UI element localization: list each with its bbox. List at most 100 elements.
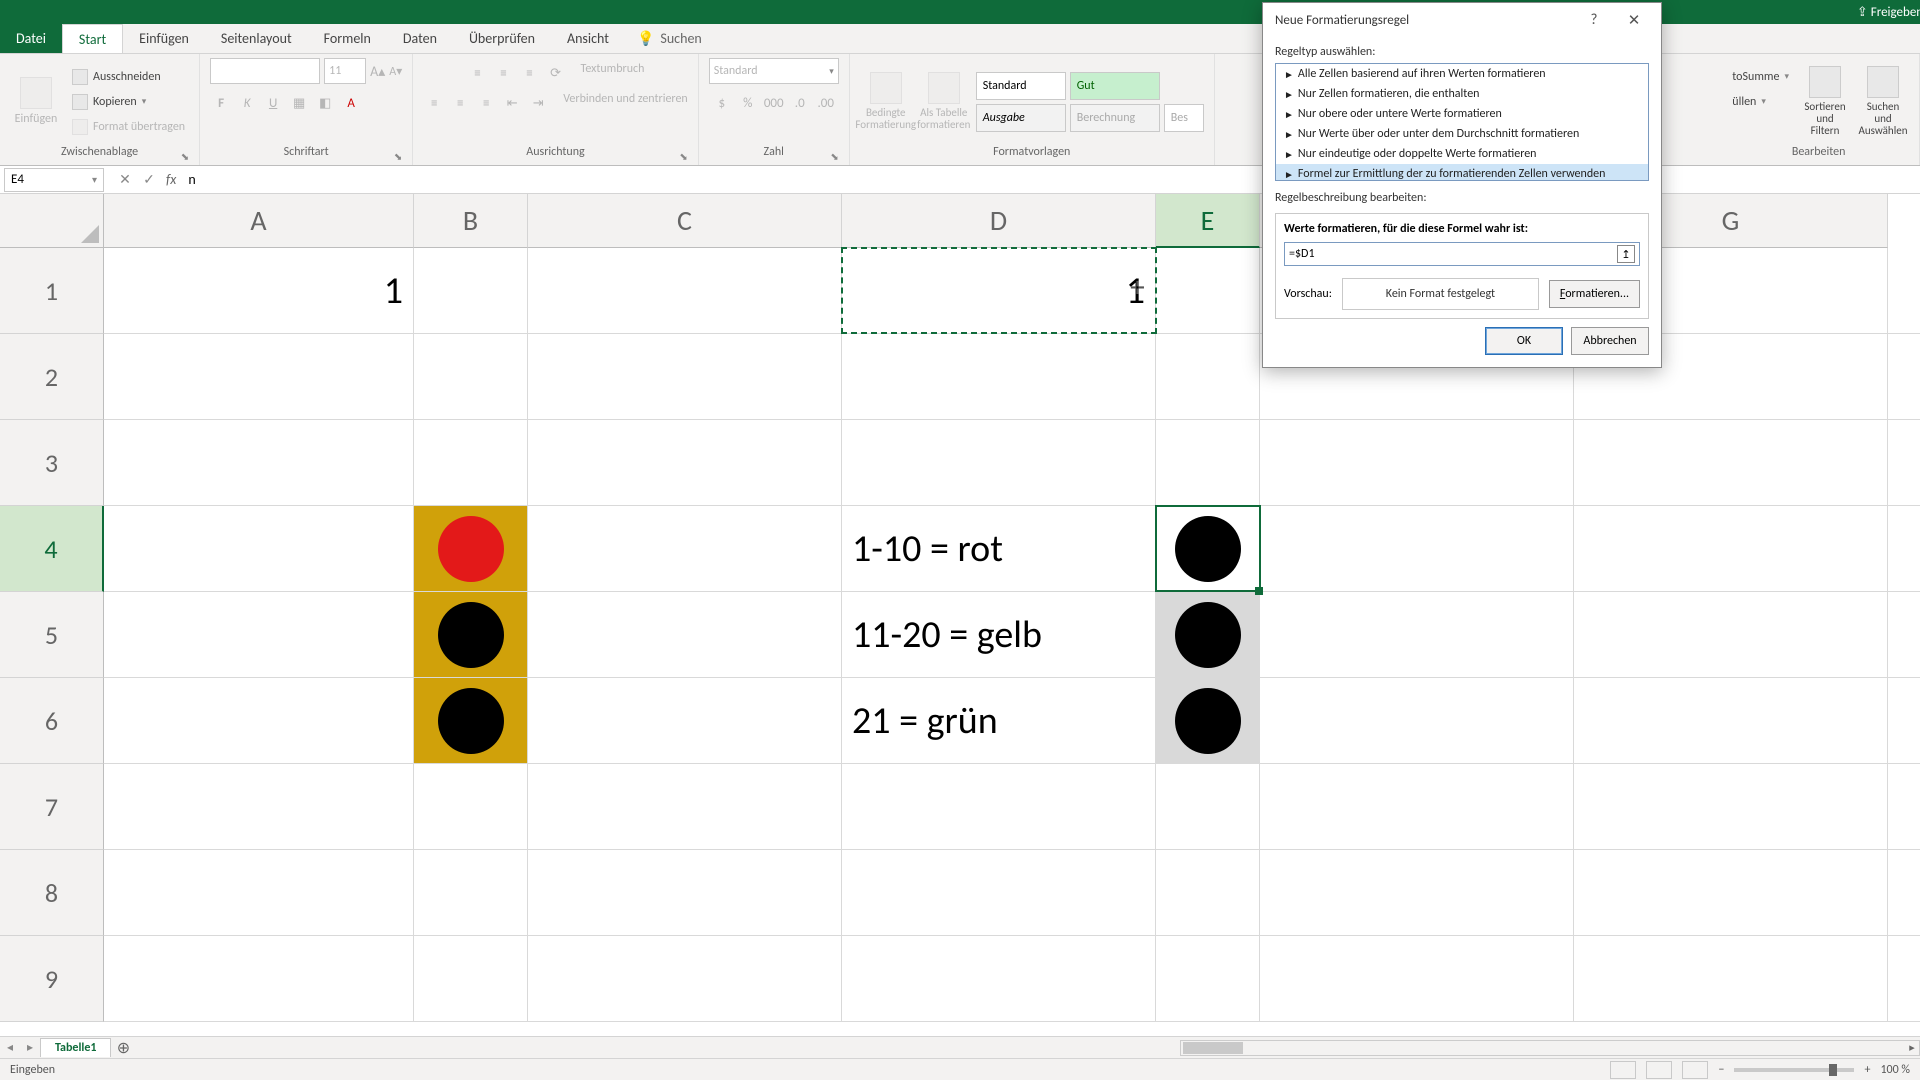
cell-D4[interactable]: 1-10 = rot	[842, 506, 1156, 591]
find-select-button[interactable]: Suchen und Auswählen	[1857, 63, 1909, 141]
clipboard-launcher-icon[interactable]: ⬊	[181, 150, 189, 163]
row-header-3[interactable]: 3	[0, 420, 104, 506]
tab-layout[interactable]: Seitenlayout	[205, 24, 308, 53]
font-size-combo[interactable]: 11	[324, 58, 366, 84]
cell-F7[interactable]	[1260, 764, 1574, 849]
orientation-button[interactable]: ⟳	[545, 62, 567, 84]
cell-F9[interactable]	[1260, 936, 1574, 1021]
row-header-6[interactable]: 6	[0, 678, 104, 764]
conditional-formatting-button[interactable]: Bedingte Formatierung	[860, 63, 912, 141]
font-name-combo[interactable]	[210, 58, 320, 84]
view-page-layout-button[interactable]	[1646, 1061, 1672, 1079]
align-left-button[interactable]: ≡	[423, 92, 445, 114]
rule-type-item[interactable]: ►Nur Zellen formatieren, die enthalten	[1276, 84, 1648, 104]
cell-C4[interactable]	[528, 506, 842, 591]
column-header-A[interactable]: A	[104, 194, 414, 248]
paste-button[interactable]: Einfügen	[10, 63, 62, 141]
cell-B7[interactable]	[414, 764, 528, 849]
thousands-button[interactable]: 000	[763, 92, 785, 114]
row-header-1[interactable]: 1	[0, 248, 104, 334]
cell-C1[interactable]	[528, 248, 842, 333]
inc-decimal-button[interactable]: .0	[789, 92, 811, 114]
align-right-button[interactable]: ≡	[475, 92, 497, 114]
fill-handle[interactable]	[1255, 587, 1263, 595]
cell-G6[interactable]	[1574, 678, 1888, 763]
cut-button[interactable]: Ausschneiden	[68, 66, 189, 88]
sort-filter-button[interactable]: Sortieren und Filtern	[1799, 63, 1851, 141]
zoom-slider[interactable]	[1734, 1068, 1854, 1072]
copy-button[interactable]: Kopieren ▾	[68, 91, 189, 113]
cell-C6[interactable]	[528, 678, 842, 763]
cell-D2[interactable]	[842, 334, 1156, 419]
cell-D8[interactable]	[842, 850, 1156, 935]
row-header-2[interactable]: 2	[0, 334, 104, 420]
rule-type-item[interactable]: ►Nur eindeutige oder doppelte Werte form…	[1276, 144, 1648, 164]
cell-D3[interactable]	[842, 420, 1156, 505]
indent-dec-button[interactable]: ⇤	[501, 92, 523, 114]
rule-formula-input[interactable]	[1289, 247, 1617, 261]
rule-type-item[interactable]: ►Nur Werte über oder unter dem Durchschn…	[1276, 124, 1648, 144]
cell-D1[interactable]: 1✛	[842, 248, 1156, 333]
cell-E2[interactable]	[1156, 334, 1260, 419]
cell-F4[interactable]	[1260, 506, 1574, 591]
tab-data[interactable]: Daten	[387, 24, 453, 53]
row-header-7[interactable]: 7	[0, 764, 104, 850]
cell-E7[interactable]	[1156, 764, 1260, 849]
align-top-button[interactable]: ≡	[467, 62, 489, 84]
dialog-help-button[interactable]: ?	[1579, 7, 1609, 33]
cell-B1[interactable]	[414, 248, 528, 333]
new-sheet-button[interactable]: ⊕	[111, 1038, 135, 1058]
rule-type-item[interactable]: ►Nur obere oder untere Werte formatieren	[1276, 104, 1648, 124]
italic-button[interactable]: K	[236, 92, 258, 114]
style-standard[interactable]: Standard	[976, 72, 1066, 100]
style-berechnung[interactable]: Berechnung	[1070, 104, 1160, 132]
scroll-right-icon[interactable]: ▸	[1904, 1041, 1920, 1055]
cell-B4[interactable]	[414, 506, 528, 591]
cell-F6[interactable]	[1260, 678, 1574, 763]
cell-E6[interactable]	[1156, 678, 1260, 763]
grow-font-button[interactable]: A▴	[370, 63, 385, 80]
rule-type-item[interactable]: ►Formel zur Ermittlung der zu formatiere…	[1276, 164, 1648, 181]
rule-type-list[interactable]: ►Alle Zellen basierend auf ihren Werten …	[1275, 63, 1649, 181]
tab-file[interactable]: Datei	[0, 24, 62, 53]
column-header-E[interactable]: E	[1156, 194, 1260, 248]
shrink-font-button[interactable]: A▾	[389, 64, 402, 79]
wrap-text-button[interactable]: Textumbruch	[581, 62, 645, 84]
align-bottom-button[interactable]: ≡	[519, 62, 541, 84]
cell-A8[interactable]	[104, 850, 414, 935]
alignment-launcher-icon[interactable]: ⬊	[679, 150, 687, 163]
view-normal-button[interactable]	[1610, 1061, 1636, 1079]
cell-G8[interactable]	[1574, 850, 1888, 935]
percent-button[interactable]: %	[737, 92, 759, 114]
cell-B8[interactable]	[414, 850, 528, 935]
sheet-tab-tabelle1[interactable]: Tabelle1	[40, 1038, 111, 1057]
column-header-D[interactable]: D	[842, 194, 1156, 248]
sheet-nav-next[interactable]: ▸	[20, 1040, 40, 1055]
cell-E4[interactable]	[1156, 506, 1260, 591]
cell-C5[interactable]	[528, 592, 842, 677]
cell-A1[interactable]: 1	[104, 248, 414, 333]
row-header-4[interactable]: 4	[0, 506, 104, 592]
clear-button[interactable]	[1728, 116, 1793, 138]
zoom-out-button[interactable]: −	[1718, 1063, 1724, 1077]
cell-E8[interactable]	[1156, 850, 1260, 935]
horizontal-scrollbar[interactable]: ◂ ▸	[1180, 1040, 1920, 1056]
scroll-thumb[interactable]	[1183, 1042, 1243, 1054]
cell-D5[interactable]: 11-20 = gelb	[842, 592, 1156, 677]
cell-E9[interactable]	[1156, 936, 1260, 1021]
cell-B5[interactable]	[414, 592, 528, 677]
cell-A9[interactable]	[104, 936, 414, 1021]
cell-A7[interactable]	[104, 764, 414, 849]
tab-insert[interactable]: Einfügen	[123, 24, 205, 53]
style-ausgabe[interactable]: Ausgabe	[976, 104, 1066, 132]
tab-formulas[interactable]: Formeln	[308, 24, 387, 53]
cell-C3[interactable]	[528, 420, 842, 505]
border-button[interactable]: ▦	[288, 92, 310, 114]
tell-me-search[interactable]: 💡 Suchen	[625, 24, 714, 53]
dialog-titlebar[interactable]: Neue Formatierungsregel ? ✕	[1263, 3, 1661, 37]
cell-C7[interactable]	[528, 764, 842, 849]
font-color-button[interactable]: A	[340, 92, 362, 114]
cell-C8[interactable]	[528, 850, 842, 935]
cell-B3[interactable]	[414, 420, 528, 505]
column-header-C[interactable]: C	[528, 194, 842, 248]
